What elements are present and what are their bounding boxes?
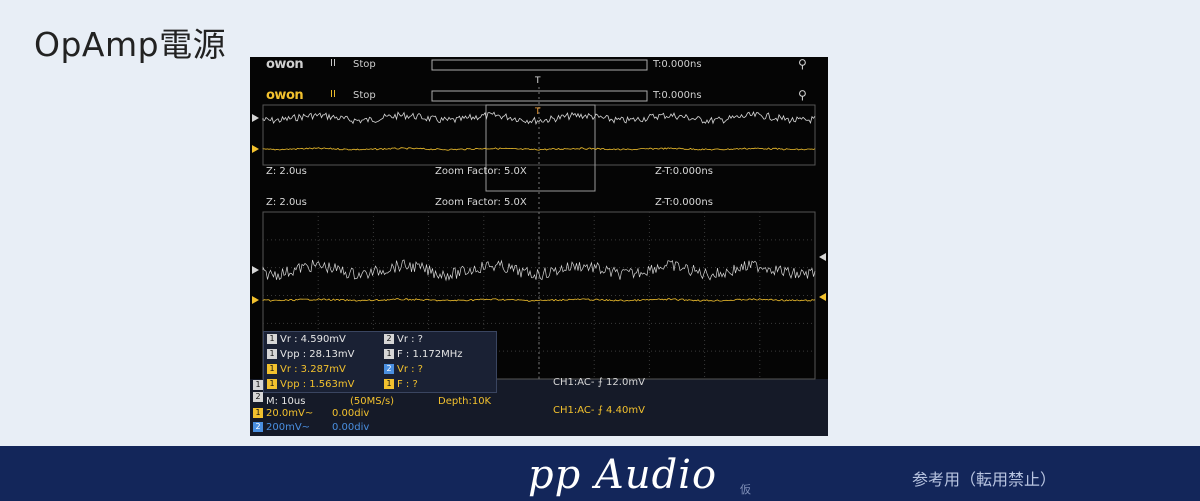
ch1-scale: 1 20.0mV~ — [253, 408, 313, 419]
slide-title: OpAmp電源 — [34, 25, 227, 64]
zoom-factor: Zoom Factor: 5.0X — [435, 166, 527, 177]
channel-marker — [252, 114, 259, 122]
level-marker — [819, 253, 826, 261]
brand-logo: pp Audio — [528, 452, 718, 498]
brand-sub: 仮 — [740, 483, 751, 496]
ch1-offset: 0.00div — [332, 408, 370, 419]
scope-status-bar: 1 2 M: 10us (50MS/s) Depth:10K CH1:AC- ⨍… — [250, 377, 828, 436]
channel-marker — [252, 296, 259, 304]
measurement-item: 1F : 1.172MHz — [384, 348, 463, 362]
run-status: Stop — [353, 59, 376, 70]
usb-icon: ⚲ — [798, 57, 807, 71]
sample-rate: (50MS/s) — [350, 396, 395, 407]
trigger-info-back: CH1:AC- ⨍ 12.0mV — [553, 377, 645, 388]
channel-tag-1: 1 — [253, 380, 266, 391]
zoom-timebase: Z: 2.0us — [266, 197, 307, 208]
scope-header-back: owon II Stop T:0.000ns ⚲ — [250, 57, 828, 74]
channel-tag-2: 2 — [253, 392, 266, 403]
memory-depth: Depth:10K — [438, 396, 492, 407]
owon-logo: owon — [266, 88, 304, 103]
run-status: Stop — [353, 90, 376, 101]
trigger-info: CH1:AC- ⨍ 4.40mV — [553, 405, 645, 416]
usage-notice: 参考用（転用禁止） — [912, 470, 1057, 489]
zoom-info-row: Z: 2.0us Zoom Factor: 5.0X Z-T:0.000ns — [250, 165, 828, 179]
channel-marker — [252, 145, 259, 153]
measurement-item: 1 Vr : 3.287mV — [267, 363, 346, 377]
zoom-factor: Zoom Factor: 5.0X — [435, 197, 527, 208]
channel-marker — [252, 266, 259, 274]
ch2-scale: 2 200mV~ — [253, 422, 310, 433]
measurement-item: 2 Vr : ? — [384, 363, 423, 377]
measurement-item: 1 Vr : 4.590mV — [267, 333, 346, 347]
zoom-info-row: Z: 2.0us Zoom Factor: 5.0X Z-T:0.000ns — [250, 196, 828, 210]
oscilloscope-screenshot: T T owon II Stop T:0.000ns ⚲ owon II Stop… — [250, 57, 828, 436]
pause-icon: II — [330, 58, 336, 69]
usb-icon: ⚲ — [798, 88, 807, 102]
trigger-position: T:0.000ns — [653, 90, 702, 101]
measurement-item: 2 Vr : ? — [384, 333, 423, 347]
trigger-position: T:0.000ns — [653, 59, 702, 70]
owon-logo: owon — [266, 57, 304, 72]
measurement-item: 1 Vpp : 28.13mV — [267, 348, 354, 362]
timebase: M: 10us — [266, 396, 306, 407]
pause-icon: II — [330, 89, 336, 100]
scope-header-front: owon II Stop T:0.000ns ⚲ — [250, 88, 828, 105]
trigger-marker: T — [534, 76, 541, 86]
ch2-offset: 0.00div — [332, 422, 370, 433]
zoom-time: Z-T:0.000ns — [655, 197, 713, 208]
zoom-time: Z-T:0.000ns — [655, 166, 713, 177]
zoom-timebase: Z: 2.0us — [266, 166, 307, 177]
level-marker — [819, 293, 826, 301]
trigger-marker: T — [534, 107, 541, 117]
